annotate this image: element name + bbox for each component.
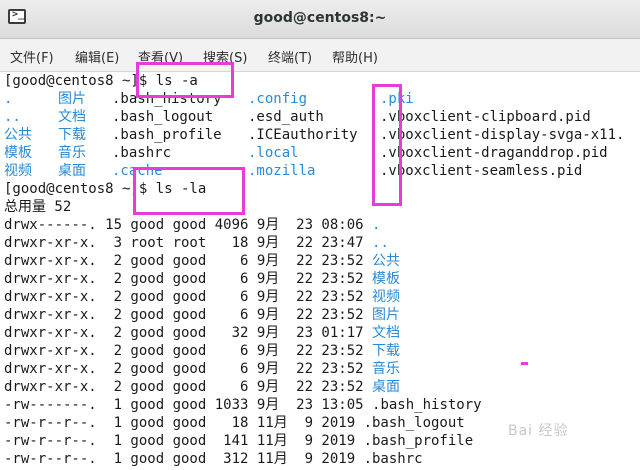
file-name: .bash_logout [363, 415, 465, 431]
highlight-mark [521, 362, 528, 365]
file-entry: .vboxclient-draganddrop.pid [380, 145, 608, 161]
ls-la-row: drwxr-xr-x. 2 good good 6 9月 22 23:52 图片 [4, 306, 400, 324]
file-entry: .esd_auth [248, 109, 324, 125]
menu-edit[interactable]: 编辑(E) [75, 47, 119, 66]
file-name: 桌面 [372, 379, 401, 395]
file-entry: .config [248, 91, 308, 107]
highlight-ls-la [133, 167, 245, 215]
file-entry: .local [248, 145, 299, 161]
file-name: .. [372, 235, 389, 251]
file-name: .bash_history [372, 397, 482, 413]
highlight-ls-a [136, 62, 234, 98]
file-entry: 公共 [4, 127, 32, 143]
menu-terminal[interactable]: 终端(T) [268, 47, 312, 66]
file-info: drwxr-xr-x. 2 good good 6 9月 22 23:52 [4, 361, 373, 377]
file-entry: 音乐 [58, 145, 86, 161]
file-name: 下载 [372, 343, 401, 359]
title-bar: >_ good@centos8:~ [0, 0, 640, 39]
file-entry: 下载 [58, 127, 86, 143]
file-entry: 模板 [4, 145, 32, 161]
menu-file[interactable]: 文件(F) [10, 47, 54, 66]
file-info: drwx------. 15 good good 4096 9月 23 08:0… [4, 217, 373, 233]
file-entry: .vboxclient-clipboard.pid [380, 109, 591, 125]
ls-la-row: -rw-r--r--. 1 good good 312 11月 9 2019 .… [4, 450, 423, 468]
file-entry: .ICEauthority [248, 127, 358, 143]
file-info: -rw-------. 1 good good 1033 9月 23 13:05 [4, 397, 373, 413]
highlight-hidden-dots [372, 84, 402, 206]
file-info: -rw-r--r--. 1 good good 312 11月 9 2019 [4, 451, 364, 467]
file-entry: 桌面 [58, 163, 86, 179]
file-entry: 图片 [58, 91, 86, 107]
file-entry: .. [4, 109, 21, 125]
ls-la-row: drwxr-xr-x. 2 good good 32 9月 23 01:17 文… [4, 324, 400, 342]
file-info: -rw-r--r--. 1 good good 18 11月 9 2019 [4, 415, 364, 431]
file-info: drwxr-xr-x. 2 good good 6 9月 22 23:52 [4, 271, 373, 287]
file-info: drwxr-xr-x. 2 good good 6 9月 22 23:52 [4, 343, 373, 359]
ls-la-row: drwxr-xr-x. 2 good good 6 9月 22 23:52 桌面 [4, 378, 400, 396]
ls-la-row: drwxr-xr-x. 3 root root 18 9月 22 23:47 .… [4, 234, 389, 252]
ls-la-row: -rw-------. 1 good good 1033 9月 23 13:05… [4, 396, 482, 414]
menu-bar: 文件(F) 编辑(E) 查看(V) 搜索(S) 终端(T) 帮助(H) [0, 39, 640, 72]
file-name: 文档 [372, 325, 401, 341]
file-name: 音乐 [372, 361, 401, 377]
ls-la-row: drwx------. 15 good good 4096 9月 23 08:0… [4, 216, 380, 234]
ls-la-row: drwxr-xr-x. 2 good good 6 9月 22 23:52 视频 [4, 288, 400, 306]
ls-la-row: -rw-r--r--. 1 good good 18 11月 9 2019 .b… [4, 414, 465, 432]
file-name: . [372, 217, 381, 233]
file-entry: . [4, 91, 13, 107]
ls-la-row: drwxr-xr-x. 2 good good 6 9月 22 23:52 音乐 [4, 360, 400, 378]
file-info: drwxr-xr-x. 2 good good 6 9月 22 23:52 [4, 289, 373, 305]
watermark: Bai 经验 [508, 423, 569, 439]
file-entry: .bash_logout [112, 109, 214, 125]
file-entry: 文档 [58, 109, 86, 125]
file-info: drwxr-xr-x. 2 good good 6 9月 22 23:52 [4, 379, 373, 395]
file-name: .bashrc [363, 451, 423, 467]
ls-la-row: drwxr-xr-x. 2 good good 6 9月 22 23:52 公共 [4, 252, 400, 270]
ls-la-row: drwxr-xr-x. 2 good good 6 9月 22 23:52 下载 [4, 342, 400, 360]
file-info: drwxr-xr-x. 2 good good 6 9月 22 23:52 [4, 307, 373, 323]
terminal-output[interactable]: [good@centos8 ~]$ ls -a . 图片 .bash_history… [0, 72, 640, 470]
file-entry: .vboxclient-display-svga-x11. [380, 127, 625, 143]
file-info: drwxr-xr-x. 2 good good 6 9月 22 23:52 [4, 253, 373, 269]
file-name: 视频 [372, 289, 401, 305]
file-name: .bash_profile [363, 433, 474, 449]
file-info: -rw-r--r--. 1 good good 141 11月 9 2019 [4, 433, 364, 449]
menu-help[interactable]: 帮助(H) [332, 47, 378, 66]
file-entry: .bash_profile [112, 127, 222, 143]
ls-la-row: -rw-r--r--. 1 good good 141 11月 9 2019 .… [4, 432, 473, 450]
file-entry: 视频 [4, 163, 32, 179]
file-name: 图片 [372, 307, 401, 323]
file-info: drwxr-xr-x. 2 good good 32 9月 23 01:17 [4, 325, 373, 341]
total-line: 总用量 52 [4, 199, 72, 215]
window-title: good@centos8:~ [253, 10, 387, 26]
file-entry: .vboxclient-seamless.pid [380, 163, 583, 179]
file-entry: .bashrc [112, 145, 172, 161]
file-name: 模板 [372, 271, 401, 287]
ls-la-row: drwxr-xr-x. 2 good good 6 9月 22 23:52 模板 [4, 270, 400, 288]
file-info: drwxr-xr-x. 3 root root 18 9月 22 23:47 [4, 235, 373, 251]
file-entry: .mozilla [248, 163, 316, 179]
file-name: 公共 [372, 253, 401, 269]
